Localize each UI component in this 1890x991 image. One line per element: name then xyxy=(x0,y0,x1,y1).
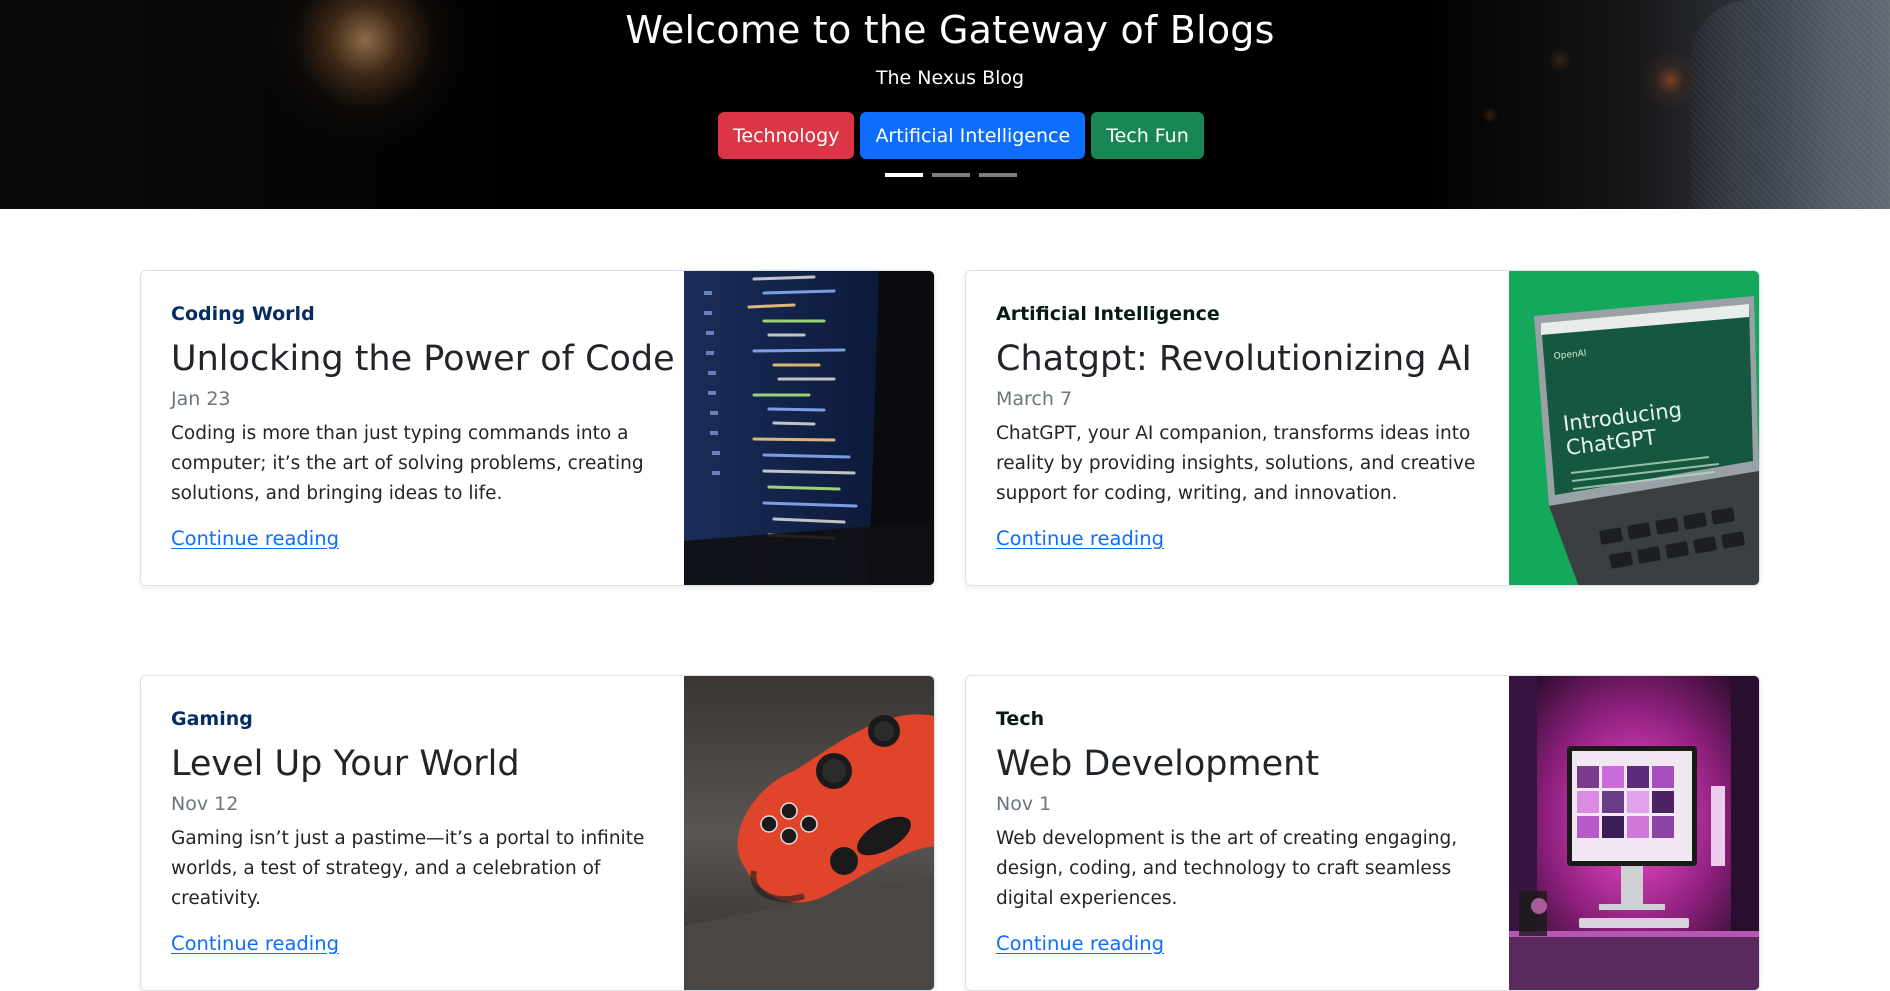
continue-reading-link[interactable]: Continue reading xyxy=(996,932,1164,955)
post-date: Nov 12 xyxy=(171,793,239,815)
hero-title: Welcome to the Gateway of Blogs xyxy=(625,8,1275,52)
continue-reading-link[interactable]: Continue reading xyxy=(171,932,339,955)
post-date: Nov 1 xyxy=(996,793,1052,815)
hero-carousel: Welcome to the Gateway of Blogs The Nexu… xyxy=(0,0,1890,209)
post-title: Level Up Your World xyxy=(171,744,520,784)
post-card-ai: Artificial Intelligence Chatgpt: Revolut… xyxy=(965,270,1760,586)
post-title: Web Development xyxy=(996,744,1320,784)
post-excerpt: Coding is more than just typing commands… xyxy=(171,423,644,504)
post-category: Coding World xyxy=(171,303,315,325)
post-card-webdev: Tech Web Development Nov 1 Web developme… xyxy=(965,675,1760,991)
post-title: Unlocking the Power of Code xyxy=(171,339,675,379)
desk-setup-photo xyxy=(1509,676,1759,990)
post-category: Artificial Intelligence xyxy=(996,303,1220,325)
hero-category-buttons: Technology Artificial Intelligence Tech … xyxy=(718,112,1204,159)
hero-subtitle: The Nexus Blog xyxy=(875,67,1025,89)
post-category: Gaming xyxy=(171,708,253,730)
artificial-intelligence-button[interactable]: Artificial Intelligence xyxy=(860,112,1086,159)
post-date: Jan 23 xyxy=(171,388,231,410)
tech-fun-button[interactable]: Tech Fun xyxy=(1091,112,1204,159)
carousel-indicators xyxy=(885,173,1017,177)
post-card-gaming: Gaming Level Up Your World Nov 12 Gaming… xyxy=(140,675,935,991)
laptop-code-photo xyxy=(684,271,934,585)
post-date: March 7 xyxy=(996,388,1073,410)
post-excerpt: Web development is the art of creating e… xyxy=(996,828,1458,909)
game-controller-photo xyxy=(684,676,934,990)
continue-reading-link[interactable]: Continue reading xyxy=(996,527,1164,550)
laptop-chatgpt-photo: OpenAI Introducing ChatGPT xyxy=(1509,271,1759,585)
post-excerpt: Gaming isn’t just a pastime—it’s a porta… xyxy=(171,828,645,909)
carousel-indicator-2[interactable] xyxy=(932,173,970,177)
post-card-coding: Coding World Unlocking the Power of Code… xyxy=(140,270,935,586)
technology-button[interactable]: Technology xyxy=(718,112,855,159)
post-excerpt: ChatGPT, your AI companion, transforms i… xyxy=(996,423,1476,504)
carousel-indicator-3[interactable] xyxy=(979,173,1017,177)
continue-reading-link[interactable]: Continue reading xyxy=(171,527,339,550)
post-title: Chatgpt: Revolutionizing AI xyxy=(996,339,1472,379)
post-category: Tech xyxy=(996,708,1045,730)
carousel-indicator-1[interactable] xyxy=(885,173,923,177)
